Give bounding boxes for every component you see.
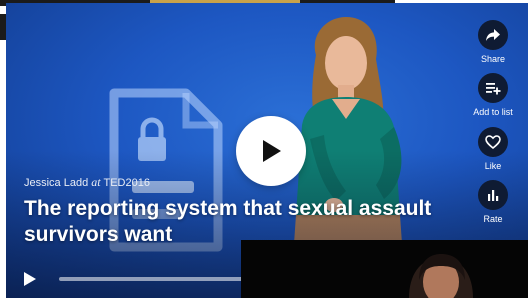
- progress-bar[interactable]: [59, 277, 249, 281]
- speaker-name[interactable]: Jessica Ladd: [24, 177, 88, 189]
- like-action[interactable]: Like: [468, 127, 518, 171]
- talk-byline: Jessica Ladd at TED2016: [24, 175, 150, 190]
- share-action[interactable]: Share: [468, 20, 518, 64]
- like-button[interactable]: [478, 127, 508, 157]
- like-label: Like: [484, 161, 502, 171]
- share-button[interactable]: [478, 20, 508, 50]
- play-button[interactable]: [236, 116, 306, 186]
- thumbnail-person-image: [409, 254, 473, 298]
- bar-chart-icon: [488, 190, 499, 201]
- heart-icon: [485, 135, 501, 149]
- control-play-icon[interactable]: [23, 271, 37, 287]
- share-label: Share: [480, 54, 506, 64]
- share-icon: [486, 29, 500, 41]
- event-name[interactable]: TED2016: [103, 177, 149, 189]
- add-to-list-action[interactable]: Add to list: [468, 73, 518, 117]
- play-icon: [263, 140, 281, 162]
- add-to-list-icon: [486, 83, 501, 95]
- mini-video-thumbnail[interactable]: [241, 240, 528, 298]
- add-to-list-label: Add to list: [473, 107, 513, 117]
- byline-at: at: [91, 175, 101, 189]
- add-to-list-button[interactable]: [478, 73, 508, 103]
